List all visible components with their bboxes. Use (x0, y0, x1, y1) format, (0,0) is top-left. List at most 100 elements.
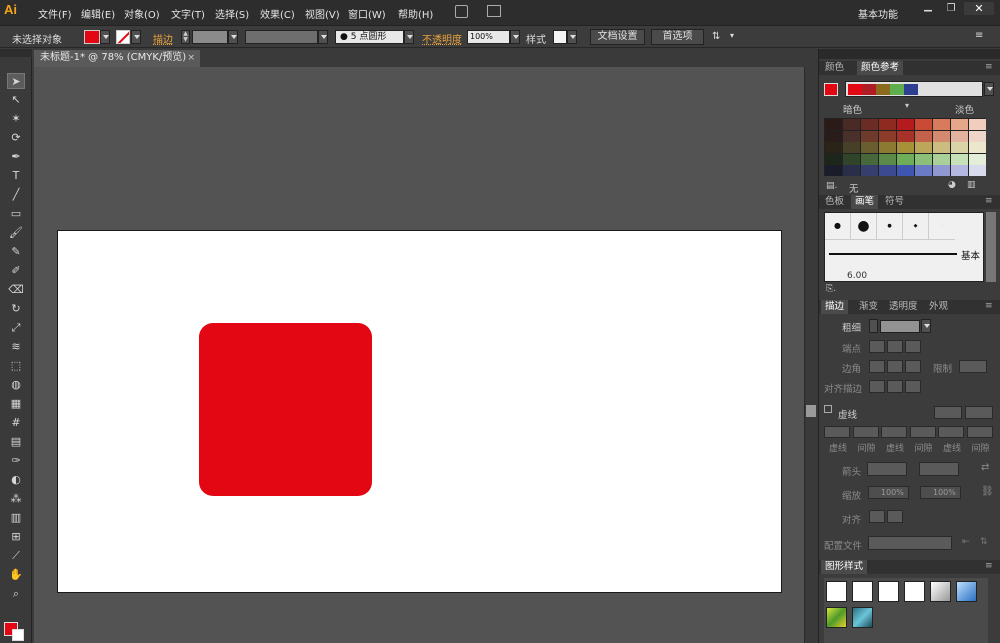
scale-tool-icon[interactable]: ⤢ (7, 320, 25, 336)
variation-swatch[interactable] (879, 119, 896, 130)
style-dropdown[interactable] (567, 30, 577, 44)
slice-tool-icon[interactable]: ⟋ (7, 548, 25, 564)
pencil-tool-icon[interactable]: ✎ (7, 244, 25, 260)
round-cap-icon[interactable] (887, 340, 903, 353)
brush-dropdown[interactable] (404, 30, 414, 44)
rounded-rectangle-shape[interactable] (199, 323, 372, 496)
variation-swatch[interactable] (933, 142, 950, 153)
symbol-sprayer-tool-icon[interactable]: ⁂ (7, 491, 25, 507)
dash-field[interactable] (938, 426, 964, 438)
swatch-library-icon[interactable]: ▤. (826, 181, 837, 191)
variation-swatch[interactable] (915, 130, 932, 142)
variation-swatch[interactable] (825, 165, 842, 176)
end-scale-field[interactable]: 100% (920, 486, 961, 499)
align-outside-icon[interactable] (905, 380, 921, 393)
menu-object[interactable]: 对象(O) (124, 6, 160, 21)
variation-swatch[interactable] (825, 153, 842, 165)
variation-swatch[interactable] (915, 142, 932, 153)
bevel-join-icon[interactable] (905, 360, 921, 373)
basic-brush-stroke[interactable] (829, 253, 957, 255)
variation-swatch[interactable] (897, 130, 914, 142)
start-arrow-select[interactable] (867, 462, 907, 476)
stroke-weight-dropdown[interactable] (228, 30, 238, 44)
variation-dropdown-icon[interactable]: ▾ (905, 101, 909, 110)
variation-swatch[interactable] (843, 119, 860, 130)
minimize-icon[interactable]: ▁ (918, 2, 938, 15)
variation-swatch[interactable] (951, 130, 968, 142)
brush-dot-small[interactable]: ● (825, 213, 851, 240)
style-outline[interactable] (904, 581, 925, 602)
gap-field[interactable] (909, 426, 936, 438)
pen-tool-icon[interactable]: ✒ (7, 149, 25, 165)
artboard[interactable] (57, 230, 782, 593)
selection-tool-icon[interactable]: ➤ (7, 73, 25, 89)
harmony-dropdown[interactable] (984, 82, 994, 96)
weight-dropdown[interactable] (921, 319, 931, 333)
variation-swatch[interactable] (879, 153, 896, 165)
dash-preserve-icon[interactable] (934, 406, 962, 419)
scrollbar-thumb[interactable] (806, 405, 816, 417)
variation-swatch[interactable] (933, 130, 950, 142)
tab-brushes[interactable]: 画笔 (851, 195, 879, 209)
vertical-scrollbar[interactable] (804, 67, 818, 643)
brush-dot-tiny[interactable]: ● (877, 213, 903, 240)
variation-swatch[interactable] (951, 142, 968, 153)
tab-swatches[interactable]: 色板 (821, 195, 848, 209)
eyedropper-tool-icon[interactable]: ✑ (7, 453, 25, 469)
stroke-none-swatch[interactable] (116, 30, 130, 44)
variation-swatch[interactable] (969, 153, 986, 165)
variation-swatch[interactable] (843, 130, 860, 142)
variation-swatch[interactable] (969, 142, 986, 153)
align-inside-icon[interactable] (887, 380, 903, 393)
variation-swatch[interactable] (915, 153, 932, 165)
gradient-tool-icon[interactable]: ▤ (7, 434, 25, 450)
end-arrow-select[interactable] (919, 462, 959, 476)
variation-swatch[interactable] (879, 130, 896, 142)
preferences-button[interactable]: 首选项 (651, 29, 704, 45)
style-swatch[interactable] (553, 30, 567, 44)
variable-width-profile[interactable] (245, 30, 318, 44)
brush-calligraphic[interactable]: ◆ (903, 213, 929, 240)
opacity-dropdown[interactable] (510, 30, 520, 44)
gap-field[interactable] (966, 426, 993, 438)
variation-swatch[interactable] (843, 165, 860, 176)
bridge-icon[interactable] (455, 5, 468, 18)
tools-panel-header[interactable] (0, 49, 32, 57)
stroke-label[interactable]: 描边 (153, 31, 173, 46)
variation-swatch[interactable] (861, 165, 878, 176)
variation-swatch[interactable] (915, 165, 932, 176)
tab-appearance[interactable]: 外观 (925, 300, 952, 314)
blob-brush-tool-icon[interactable]: ✐ (7, 263, 25, 279)
paintbrush-tool-icon[interactable]: 🖌 (7, 225, 25, 241)
variation-swatch[interactable] (861, 153, 878, 165)
variation-swatch[interactable] (861, 119, 878, 130)
opacity-label[interactable]: 不透明度 (422, 31, 462, 46)
variation-swatch[interactable] (843, 153, 860, 165)
arrange-documents-icon[interactable] (487, 5, 501, 17)
variation-swatch[interactable] (825, 142, 842, 153)
variation-swatch[interactable] (879, 142, 896, 153)
harmony-swatch[interactable] (890, 84, 904, 95)
stroke-color-icon[interactable] (12, 629, 24, 641)
artboard-tool-icon[interactable]: ⊞ (7, 529, 25, 545)
control-menu-icon[interactable]: ▾ (730, 31, 734, 40)
eraser-tool-icon[interactable]: ⌫ (7, 282, 25, 298)
variation-swatch[interactable] (861, 130, 878, 142)
save-group-icon[interactable]: ▥ (967, 180, 976, 190)
color-variation-grid[interactable] (824, 118, 986, 176)
style-marble[interactable] (852, 607, 873, 628)
style-plain[interactable] (878, 581, 899, 602)
start-scale-field[interactable]: 100% (868, 486, 909, 499)
blend-tool-icon[interactable]: ◐ (7, 472, 25, 488)
harmony-swatch[interactable] (904, 84, 918, 95)
direct-selection-tool-icon[interactable]: ↖ (7, 92, 25, 108)
menu-effect[interactable]: 效果(C) (260, 6, 295, 21)
variation-swatch[interactable] (969, 130, 986, 142)
warp-tool-icon[interactable]: ≋ (7, 339, 25, 355)
menu-type[interactable]: 文字(T) (171, 6, 205, 21)
edit-colors-icon[interactable]: ◕ (948, 180, 956, 190)
gap-field[interactable] (852, 426, 879, 438)
variation-swatch[interactable] (897, 119, 914, 130)
variation-swatch[interactable] (897, 165, 914, 176)
weight-field[interactable] (880, 320, 920, 333)
